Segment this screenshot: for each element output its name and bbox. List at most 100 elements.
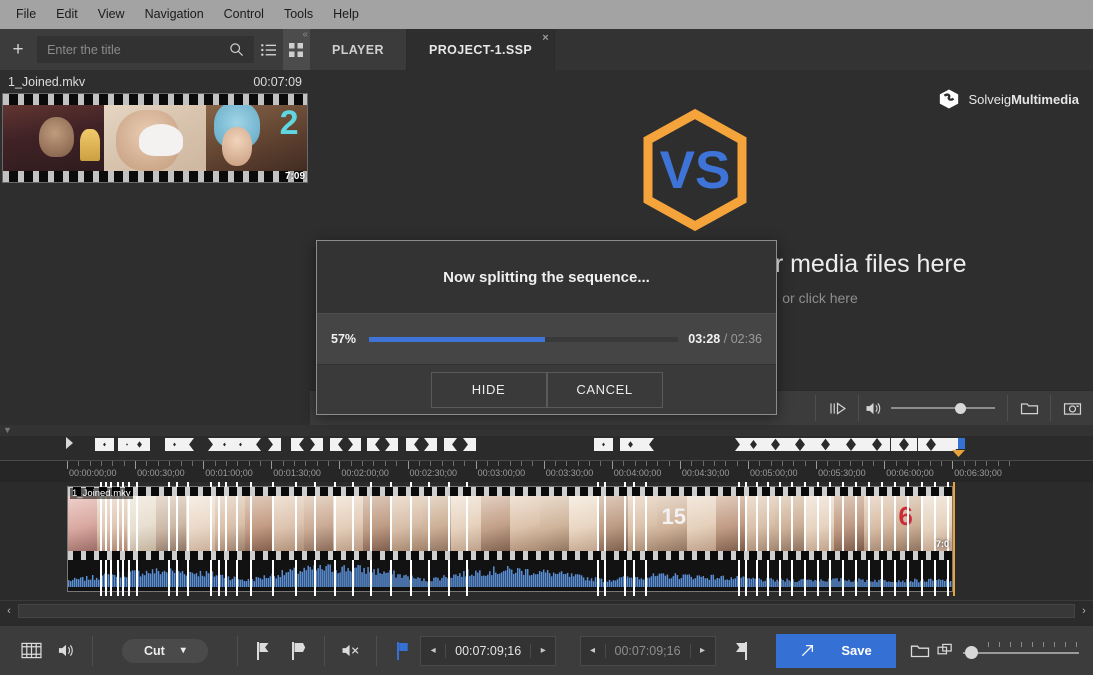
- timecode-out-value[interactable]: 00:07:09;16: [604, 643, 691, 658]
- timeline-marker-flag[interactable]: [918, 438, 931, 451]
- clip-cut-line[interactable]: [829, 482, 831, 596]
- clip-cut-line[interactable]: [756, 482, 758, 596]
- menu-item-control[interactable]: Control: [214, 4, 274, 25]
- timeline-marker-flag[interactable]: [628, 438, 641, 451]
- clip-cut-line[interactable]: [370, 482, 372, 596]
- clip-cut-line[interactable]: [295, 482, 297, 596]
- clip-cut-line[interactable]: [791, 482, 793, 596]
- timeline-marker-flag[interactable]: [181, 438, 194, 451]
- timeline-ruler[interactable]: 00:00:00;00 00:00:30;00 00:01:00;00 00:01:3…: [0, 460, 1093, 482]
- clip-cut-line[interactable]: [314, 482, 316, 596]
- close-icon[interactable]: ×: [542, 32, 549, 44]
- step-forward-icon[interactable]: [816, 391, 858, 425]
- clip-cut-line[interactable]: [410, 482, 412, 596]
- timecode-out-prev[interactable]: ◂: [581, 637, 605, 665]
- clip-cut-line[interactable]: [779, 482, 781, 596]
- clip-cut-line[interactable]: [250, 482, 252, 596]
- timecode-in-next[interactable]: ▸: [531, 637, 555, 665]
- clip-cut-line[interactable]: [767, 482, 769, 596]
- timeline-marker-flag[interactable]: [348, 438, 361, 451]
- edit-mode-select[interactable]: Cut ▾: [121, 638, 208, 663]
- menu-item-tools[interactable]: Tools: [274, 4, 323, 25]
- menu-item-edit[interactable]: Edit: [46, 4, 88, 25]
- timeline-marker-flag[interactable]: [931, 438, 944, 451]
- timeline-marker-flag[interactable]: [268, 438, 281, 451]
- timeline-marker-flag[interactable]: [367, 438, 380, 451]
- timecode-out-group[interactable]: ◂ 00:07:09;16 ▸: [579, 635, 716, 666]
- chevron-down-icon[interactable]: ▾: [181, 645, 186, 656]
- timeline-marker-flag[interactable]: [825, 438, 838, 451]
- clip-cut-line[interactable]: [894, 482, 896, 596]
- clip-cut-line[interactable]: [868, 482, 870, 596]
- menu-item-view[interactable]: View: [88, 4, 135, 25]
- timeline-marker-flag[interactable]: [787, 438, 800, 451]
- timeline-marker-flag[interactable]: [813, 438, 826, 451]
- timecode-in-prev[interactable]: ◂: [421, 637, 445, 665]
- clip-cut-line[interactable]: [597, 482, 599, 596]
- timeline-marker-flag[interactable]: [406, 438, 419, 451]
- timeline-clip[interactable]: 1_Joined.mkv 15 6 7:0: [67, 486, 953, 592]
- mark-in-icon[interactable]: [246, 634, 281, 668]
- timeline-marker-flag[interactable]: [137, 438, 150, 451]
- timeline-marker-flag[interactable]: [800, 438, 813, 451]
- clip-cut-line[interactable]: [236, 482, 238, 596]
- cancel-button[interactable]: CANCEL: [546, 371, 663, 408]
- timeline-marker-flag[interactable]: [310, 438, 323, 451]
- filmstrip-toggle-icon[interactable]: [14, 634, 49, 668]
- clip-cut-line[interactable]: [176, 482, 178, 596]
- timeline-start-marker[interactable]: [66, 437, 73, 449]
- mute-icon[interactable]: [333, 634, 368, 668]
- timeline-marker-lane[interactable]: [0, 436, 1093, 460]
- timeline-track-area[interactable]: 1_Joined.mkv 15 6 7:0: [0, 482, 1093, 600]
- open-folder-icon[interactable]: [902, 634, 937, 668]
- save-button[interactable]: Save: [776, 633, 897, 668]
- timeline-zoom-slider[interactable]: [963, 641, 1080, 661]
- timeline-marker-flag[interactable]: [864, 438, 877, 451]
- timeline-marker-flag[interactable]: [838, 438, 851, 451]
- timeline-marker-flag[interactable]: [742, 438, 755, 451]
- clip-cut-line[interactable]: [136, 482, 138, 596]
- clip-cut-line[interactable]: [881, 482, 883, 596]
- timeline-marker-flag[interactable]: [904, 438, 917, 451]
- clip-cut-line[interactable]: [842, 482, 844, 596]
- timeline-marker-flag[interactable]: [248, 438, 261, 451]
- timeline-marker-flag[interactable]: [444, 438, 457, 451]
- snapshot-camera-icon[interactable]: [1051, 391, 1093, 425]
- clip-cut-line[interactable]: [218, 482, 220, 596]
- zoom-knob[interactable]: [965, 645, 979, 659]
- clip-cut-line[interactable]: [645, 482, 647, 596]
- clip-cut-line[interactable]: [855, 482, 857, 596]
- scroll-right-arrow[interactable]: ›: [1075, 605, 1093, 617]
- marker-icon[interactable]: [385, 634, 420, 668]
- clip-cut-line[interactable]: [187, 482, 189, 596]
- clip-cut-line[interactable]: [210, 482, 212, 596]
- clip-cut-line[interactable]: [624, 482, 626, 596]
- hide-button[interactable]: HIDE: [430, 371, 547, 408]
- volume-knob[interactable]: [955, 403, 966, 414]
- scroll-left-arrow[interactable]: ‹: [0, 605, 18, 617]
- volume-slider[interactable]: [891, 402, 995, 414]
- clip-cut-line[interactable]: [466, 482, 468, 596]
- scrollbar-thumb[interactable]: [18, 603, 1075, 618]
- timeline-marker-flag[interactable]: [641, 438, 654, 451]
- clip-cut-line[interactable]: [633, 482, 635, 596]
- timecode-in-value[interactable]: 00:07:09;16: [445, 643, 532, 658]
- clip-cut-line[interactable]: [117, 482, 119, 596]
- search-icon[interactable]: [218, 35, 254, 64]
- mark-end-icon[interactable]: [724, 634, 759, 668]
- timecode-in-group[interactable]: ◂ 00:07:09;16 ▸: [420, 635, 557, 666]
- add-media-button[interactable]: +: [0, 29, 36, 70]
- clip-cut-line[interactable]: [604, 482, 606, 596]
- clip-cut-line[interactable]: [110, 482, 112, 596]
- clip-cut-line[interactable]: [352, 482, 354, 596]
- clip-cut-line[interactable]: [128, 482, 130, 596]
- tab-player[interactable]: PLAYER: [310, 29, 407, 70]
- menu-item-help[interactable]: Help: [323, 4, 369, 25]
- timeline-marker-flag[interactable]: [775, 438, 788, 451]
- volume-icon[interactable]: [865, 401, 882, 416]
- clip-cut-line[interactable]: [168, 482, 170, 596]
- timeline-marker-flag[interactable]: [851, 438, 864, 451]
- menu-item-file[interactable]: File: [6, 4, 46, 25]
- collapse-chevron-icon[interactable]: «: [302, 30, 308, 40]
- clip-cut-line[interactable]: [105, 482, 107, 596]
